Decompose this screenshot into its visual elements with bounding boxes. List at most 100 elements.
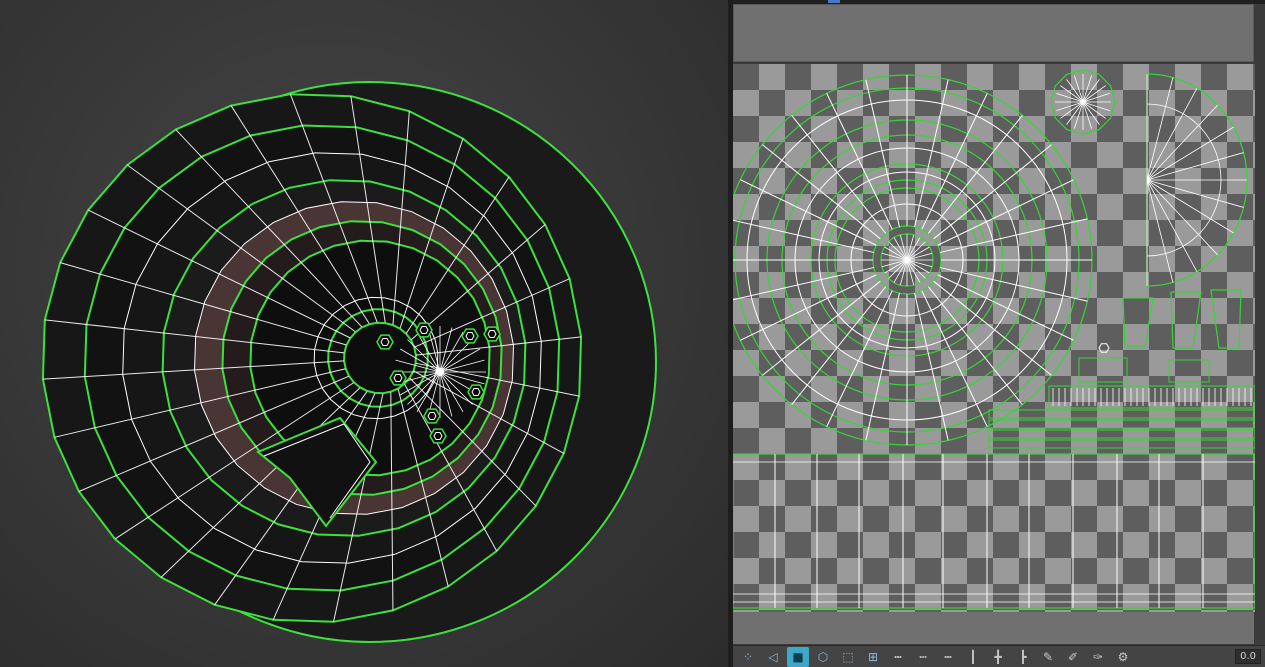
lug-nut — [483, 326, 501, 342]
lug-nut — [376, 334, 394, 350]
align-horizontal-center-icon[interactable]: ┉ — [912, 647, 934, 667]
checker-tile — [863, 454, 889, 480]
paint-select-icon[interactable]: ⊞ — [862, 647, 884, 667]
checker-tile — [993, 584, 1019, 610]
checker-tile — [889, 324, 915, 350]
checker-tile — [1227, 90, 1253, 116]
checker-tile — [1175, 558, 1201, 584]
element-select-icon[interactable]: ⬡ — [812, 647, 834, 667]
checker-tile — [1019, 350, 1045, 376]
checker-tile — [993, 64, 1019, 90]
lug-nut — [429, 428, 447, 444]
uv-editor-bottom-area — [733, 612, 1254, 644]
lug-nut — [423, 408, 441, 424]
checker-tile — [1097, 532, 1123, 558]
checker-tile — [1253, 272, 1255, 298]
checker-tile — [1201, 376, 1227, 402]
checker-tile — [1175, 90, 1201, 116]
checker-tile — [941, 480, 967, 506]
align-vertical-center-icon[interactable]: ╋ — [987, 647, 1009, 667]
checker-tile — [1097, 324, 1123, 350]
checker-tile — [811, 246, 837, 272]
zoom-value-field[interactable]: 0.0 — [1235, 649, 1261, 664]
checker-tile — [1045, 168, 1071, 194]
checker-tile — [733, 376, 759, 402]
checker-tile — [889, 532, 915, 558]
checker-tile — [1227, 246, 1253, 272]
checker-tile — [1123, 506, 1149, 532]
checker-tile — [1253, 324, 1255, 350]
relax-brush-icon[interactable]: ✐ — [1062, 647, 1084, 667]
checker-tile — [759, 142, 785, 168]
pin-brush-icon[interactable]: ✑ — [1087, 647, 1109, 667]
checker-tile — [915, 506, 941, 532]
align-vertical-2-icon[interactable]: ┣ — [1012, 647, 1034, 667]
checker-tile — [941, 64, 967, 90]
checker-tile — [733, 168, 759, 194]
checker-tile — [863, 194, 889, 220]
edge-select-icon[interactable]: ◁ — [762, 647, 784, 667]
checker-tile — [915, 246, 941, 272]
checker-tile — [1253, 116, 1255, 142]
checker-tile — [1175, 454, 1201, 480]
checker-tile — [941, 116, 967, 142]
checker-tile — [1175, 246, 1201, 272]
settings-icon[interactable]: ⚙ — [1112, 647, 1134, 667]
checker-tile — [889, 376, 915, 402]
checker-tile — [785, 532, 811, 558]
checker-tile — [1175, 350, 1201, 376]
checker-tile — [967, 558, 993, 584]
checker-tile — [1019, 506, 1045, 532]
checker-tile — [889, 64, 915, 90]
uv-canvas[interactable] — [733, 64, 1255, 612]
checker-tile — [993, 428, 1019, 454]
checker-tile — [837, 64, 863, 90]
align-vertical-icon[interactable]: ┃ — [962, 647, 984, 667]
vertex-select-icon[interactable]: ⁘ — [737, 647, 759, 667]
lug-nut — [389, 370, 407, 386]
checker-tile — [1175, 194, 1201, 220]
checker-tile — [785, 584, 811, 610]
checker-tile — [785, 480, 811, 506]
checker-tile — [1123, 246, 1149, 272]
checker-tile — [941, 532, 967, 558]
brush-icon[interactable]: ✎ — [1037, 647, 1059, 667]
checker-tile — [759, 402, 785, 428]
checker-tile — [1175, 506, 1201, 532]
rect-select-icon[interactable]: ⬚ — [837, 647, 859, 667]
checker-tile — [1071, 558, 1097, 584]
lug-nut — [461, 328, 479, 344]
checker-tile — [915, 402, 941, 428]
align-horizontal-2-icon[interactable]: ┅ — [937, 647, 959, 667]
checker-tile — [967, 506, 993, 532]
checker-tile — [1149, 324, 1175, 350]
checker-tile — [1097, 168, 1123, 194]
checker-tile — [1227, 142, 1253, 168]
checker-tile — [1019, 402, 1045, 428]
checker-tile — [1201, 220, 1227, 246]
checker-tile — [733, 584, 759, 610]
checker-tile — [1019, 90, 1045, 116]
checker-tile — [1071, 142, 1097, 168]
align-horizontal-icon[interactable]: ┅ — [887, 647, 909, 667]
face-select-icon[interactable]: ■ — [787, 646, 809, 667]
3d-viewport[interactable] — [0, 0, 728, 667]
checker-tile — [1071, 402, 1097, 428]
checker-tile — [1149, 532, 1175, 558]
checker-tile — [785, 64, 811, 90]
checker-tile — [1253, 64, 1255, 90]
checker-tile — [915, 454, 941, 480]
checker-tile — [1045, 480, 1071, 506]
checker-tile — [1045, 532, 1071, 558]
wheel-mesh[interactable] — [0, 0, 728, 667]
checker-tile — [1253, 220, 1255, 246]
checker-tile — [785, 428, 811, 454]
checker-tile — [1201, 272, 1227, 298]
checker-tile — [1201, 168, 1227, 194]
checker-tile — [759, 90, 785, 116]
checker-tile — [733, 116, 759, 142]
checker-tile — [759, 558, 785, 584]
checker-tile — [993, 480, 1019, 506]
checker-tile — [863, 246, 889, 272]
checker-tile — [993, 220, 1019, 246]
